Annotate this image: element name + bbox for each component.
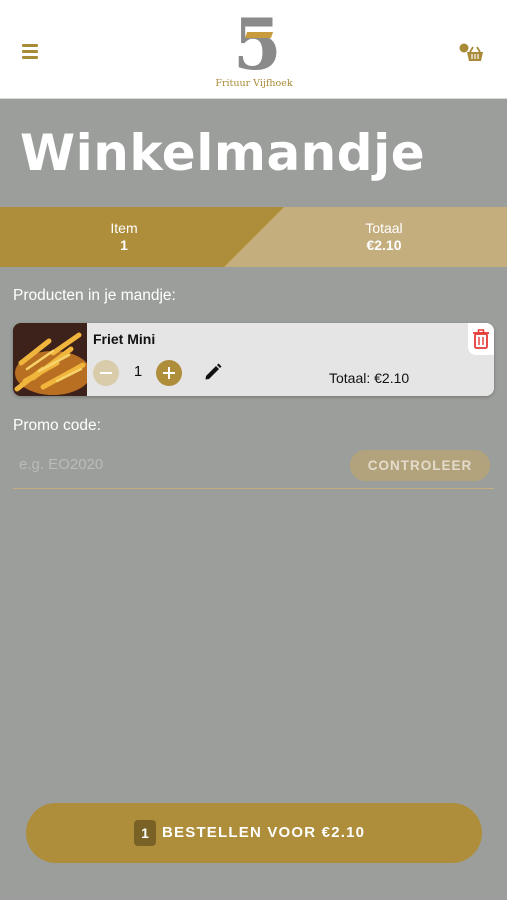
hamburger-menu-icon[interactable] [22,44,38,59]
summary-items-label: Item [110,220,138,236]
summary-items: Item 1 [74,220,174,254]
promo-input-underline [13,488,494,489]
cart-item: Friet Mini 1 Totaal: €2.10 [13,323,494,396]
order-count-badge: 1 [134,820,156,846]
logo-stripe [244,32,274,38]
pencil-icon[interactable] [203,362,223,382]
increase-quantity-button[interactable] [156,360,182,386]
trash-icon[interactable] [468,323,494,355]
shopping-basket-icon[interactable] [458,42,486,64]
promo-code-label: Promo code: [13,417,101,434]
promo-code-input[interactable] [13,448,343,480]
place-order-button[interactable]: 1 BESTELLEN VOOR €2.10 [26,803,482,863]
product-name: Friet Mini [93,331,156,347]
frituur-vijfhoek-logo: 5 Frituur Vijfhoek [200,10,308,94]
summary-total-value: €2.10 [366,237,402,253]
app-header: 5 Frituur Vijfhoek [0,0,507,99]
products-section-label: Producten in je mandje: [13,287,176,304]
item-total: Totaal: €2.10 [329,370,410,386]
check-promo-button[interactable]: CONTROLEER [350,450,490,481]
order-button-label: BESTELLEN VOOR €2.10 [162,824,366,841]
logo-number: 5 [233,3,282,86]
decrease-quantity-button[interactable] [93,360,119,386]
page-title: Winkelmandje [20,124,426,182]
summary-total: Totaal €2.10 [334,220,434,254]
summary-total-label: Totaal [365,220,403,236]
summary-items-value: 1 [120,237,128,253]
product-image [13,323,87,396]
quantity-value: 1 [133,363,143,380]
cart-summary-bar: Item 1 Totaal €2.10 [0,207,507,267]
logo-text: Frituur Vijfhoek [215,78,293,89]
